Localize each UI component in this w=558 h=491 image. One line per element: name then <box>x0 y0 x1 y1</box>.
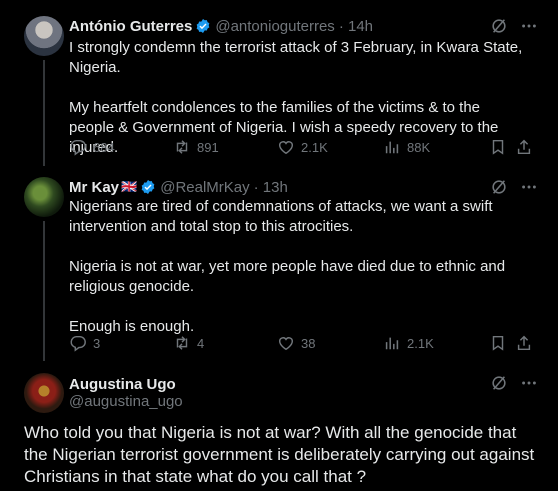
author-name[interactable]: Augustina Ugo <box>69 376 176 393</box>
views-button[interactable]: 2.1K <box>383 333 434 353</box>
repost-button[interactable]: 891 <box>173 137 219 157</box>
verified-badge-icon <box>197 19 210 33</box>
thread-line <box>43 221 45 361</box>
author-name[interactable]: António Guterres <box>69 18 192 35</box>
tweet-header: António Guterres @antonioguterres · 14h <box>69 16 373 36</box>
tweet-paragraph: Nigerians are tired of condemnations of … <box>69 198 493 235</box>
like-count: 2.1K <box>301 139 328 155</box>
avatar[interactable] <box>24 16 64 56</box>
verified-badge-icon <box>141 180 155 194</box>
more-icon[interactable] <box>520 178 538 196</box>
tweet-text: Who told you that Nigeria is not at war?… <box>24 423 535 486</box>
reply-icon <box>70 335 86 352</box>
more-icon[interactable] <box>520 374 538 392</box>
bookmark-icon <box>492 139 504 155</box>
timestamp[interactable]: · 13h <box>254 179 288 196</box>
author-name[interactable]: Mr Kay <box>69 179 119 196</box>
thread-line <box>43 60 45 166</box>
more-icon[interactable] <box>520 17 538 35</box>
repost-icon <box>176 140 188 154</box>
author-handle[interactable]: @augustina_ugo <box>69 393 183 410</box>
like-count: 38 <box>301 335 316 351</box>
tweet-actions: 3 4 38 2.1K <box>69 333 539 353</box>
reply-button[interactable]: 3 <box>69 333 100 353</box>
grok-icon[interactable] <box>490 374 508 392</box>
uk-flag-icon: 🇬🇧 <box>121 179 138 194</box>
tweet-paragraph: Nigeria is not at war, yet more people h… <box>69 258 506 295</box>
share-button[interactable] <box>515 333 533 353</box>
reply-count: 684 <box>93 139 115 155</box>
share-icon <box>517 139 531 155</box>
like-button[interactable]: 38 <box>277 333 315 353</box>
timestamp[interactable]: · 14h <box>339 18 373 35</box>
views-icon <box>385 141 399 154</box>
avatar[interactable] <box>24 177 64 217</box>
views-button[interactable]: 88K <box>383 137 430 157</box>
author-handle[interactable]: @RealMrKay <box>160 179 249 196</box>
bookmark-icon <box>492 335 504 351</box>
bookmark-button[interactable] <box>489 137 507 157</box>
like-icon <box>278 141 294 155</box>
like-icon <box>278 337 294 351</box>
like-button[interactable]: 2.1K <box>277 137 328 157</box>
tweet-actions: 684 891 2.1K 88K <box>69 137 539 157</box>
grok-icon[interactable] <box>490 17 508 35</box>
reply-count: 3 <box>93 335 101 351</box>
author-handle[interactable]: @antonioguterres <box>215 18 334 35</box>
repost-icon <box>176 336 188 350</box>
avatar[interactable] <box>24 373 64 413</box>
grok-icon[interactable] <box>490 178 508 196</box>
reply-icon <box>70 139 86 156</box>
tweet-header: Augustina Ugo <box>69 374 176 394</box>
repost-button[interactable]: 4 <box>173 333 204 353</box>
tweet-header: Mr Kay 🇬🇧 @RealMrKay · 13h <box>69 177 288 197</box>
views-icon <box>385 337 399 350</box>
bookmark-button[interactable] <box>489 333 507 353</box>
repost-count: 4 <box>197 335 205 351</box>
repost-count: 891 <box>197 139 219 155</box>
share-button[interactable] <box>515 137 533 157</box>
views-count: 88K <box>407 139 431 155</box>
tweet-paragraph: I strongly condemn the terrorist attack … <box>69 39 523 76</box>
views-count: 2.1K <box>407 335 434 351</box>
tweet-text: Nigerians are tired of condemnations of … <box>69 197 528 337</box>
reply-button[interactable]: 684 <box>69 137 115 157</box>
share-icon <box>517 335 531 351</box>
